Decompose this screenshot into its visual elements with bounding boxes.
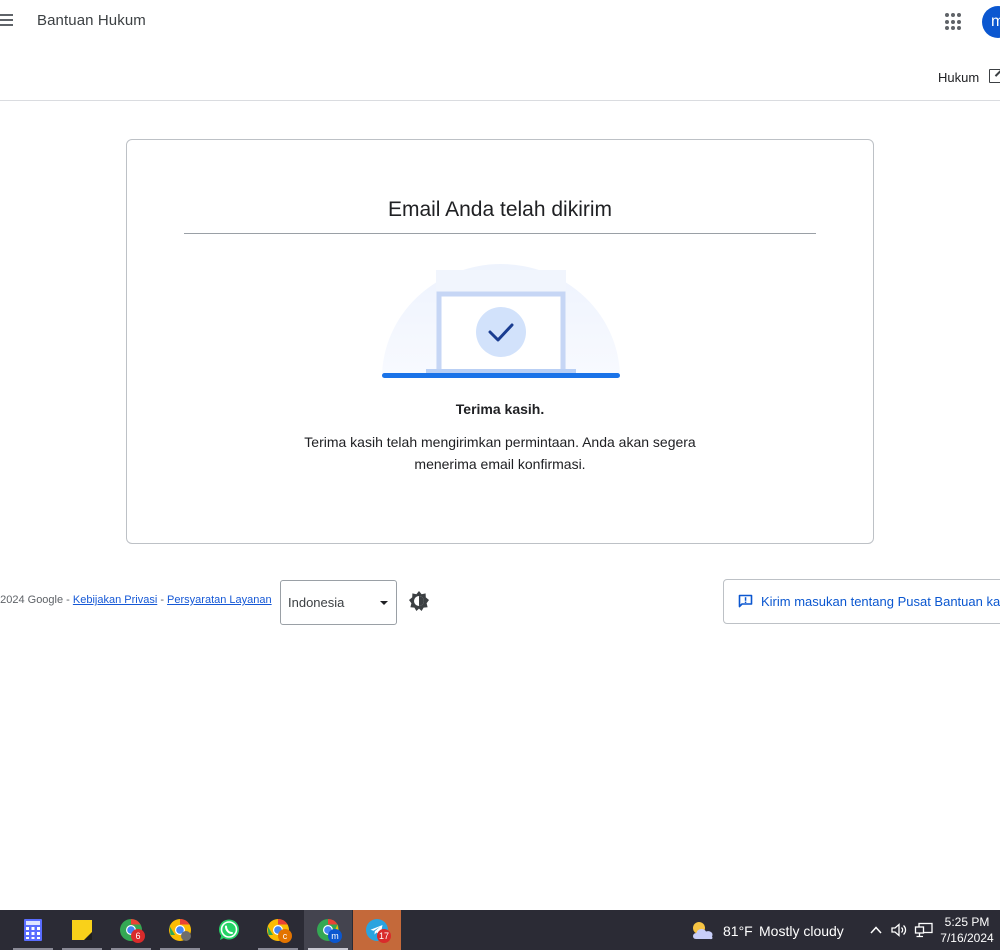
taskbar-badge: c — [278, 929, 292, 943]
taskbar-badge: m — [328, 929, 342, 943]
app-title[interactable]: Bantuan Hukum — [37, 12, 146, 29]
taskbar-telegram[interactable]: 17 — [353, 910, 401, 950]
privacy-policy-link[interactable]: Kebijakan Privasi — [73, 594, 157, 606]
send-feedback-label: Kirim masukan tentang Pusat Bantuan kami — [761, 594, 1000, 609]
chrome-profile-icon — [169, 919, 191, 941]
taskbar-badge: 17 — [377, 929, 392, 943]
send-feedback-button[interactable]: Kirim masukan tentang Pusat Bantuan kami — [723, 579, 1000, 624]
card-divider — [184, 233, 816, 234]
top-app-bar: Bantuan Hukum m — [0, 0, 1000, 44]
taskbar-chrome-profile-3[interactable]: c — [254, 910, 302, 950]
hukum-link[interactable]: Hukum — [938, 70, 979, 85]
google-apps-icon[interactable] — [945, 13, 963, 31]
volume-icon[interactable] — [890, 922, 908, 938]
footer-separator: - — [157, 594, 168, 606]
taskbar-clock[interactable]: 5:25 PM 7/16/2024 — [938, 914, 996, 946]
copyright-text: ©2024 Google - — [0, 594, 73, 606]
taskbar-chrome-profile-2[interactable] — [156, 910, 204, 950]
laptop-check-illustration — [382, 264, 620, 378]
clock-date: 7/16/2024 — [940, 931, 994, 945]
weather-condition[interactable]: Mostly cloudy — [759, 923, 844, 939]
taskbar-badge: 6 — [131, 929, 145, 943]
sub-navigation-bar: Hukum — [0, 60, 1000, 101]
dropdown-caret-icon — [380, 601, 388, 605]
footer-legal: ©2024 Google - Kebijakan Privasi - Persy… — [0, 594, 272, 606]
taskbar-calculator[interactable] — [9, 910, 57, 950]
account-avatar[interactable]: m — [982, 6, 1000, 38]
sticky-notes-icon — [72, 920, 92, 940]
open-external-icon[interactable] — [989, 69, 1000, 83]
confirmation-card: Email Anda telah dikirim Terima kasih. T… — [126, 139, 874, 544]
taskbar-sticky-notes[interactable] — [58, 910, 106, 950]
network-icon[interactable] — [914, 922, 934, 939]
taskbar-chrome-profile-4[interactable]: m — [304, 910, 352, 950]
windows-taskbar: 6 c m 17 — [0, 910, 1000, 950]
weather-cloudy-icon[interactable] — [690, 919, 716, 941]
hamburger-menu-icon[interactable] — [0, 13, 14, 29]
clock-time: 5:25 PM — [944, 915, 990, 929]
language-selected-value: Indonesia — [288, 595, 345, 610]
feedback-icon — [738, 594, 753, 608]
show-hidden-icons-chevron-up-icon[interactable] — [869, 924, 883, 936]
thanks-message: Terima kasih telah mengirimkan permintaa… — [304, 434, 696, 472]
card-title: Email Anda telah dikirim — [387, 198, 613, 221]
weather-temperature[interactable]: 81°F — [723, 923, 753, 939]
calculator-icon — [24, 919, 42, 941]
language-select[interactable]: Indonesia — [280, 580, 397, 625]
thanks-heading: Terima kasih. — [455, 401, 545, 417]
whatsapp-icon — [219, 919, 239, 940]
taskbar-chrome-profile-1[interactable]: 6 — [107, 910, 155, 950]
terms-of-service-link[interactable]: Persyaratan Layanan — [167, 594, 272, 606]
taskbar-whatsapp[interactable] — [205, 910, 253, 950]
theme-toggle-icon[interactable] — [408, 590, 430, 612]
